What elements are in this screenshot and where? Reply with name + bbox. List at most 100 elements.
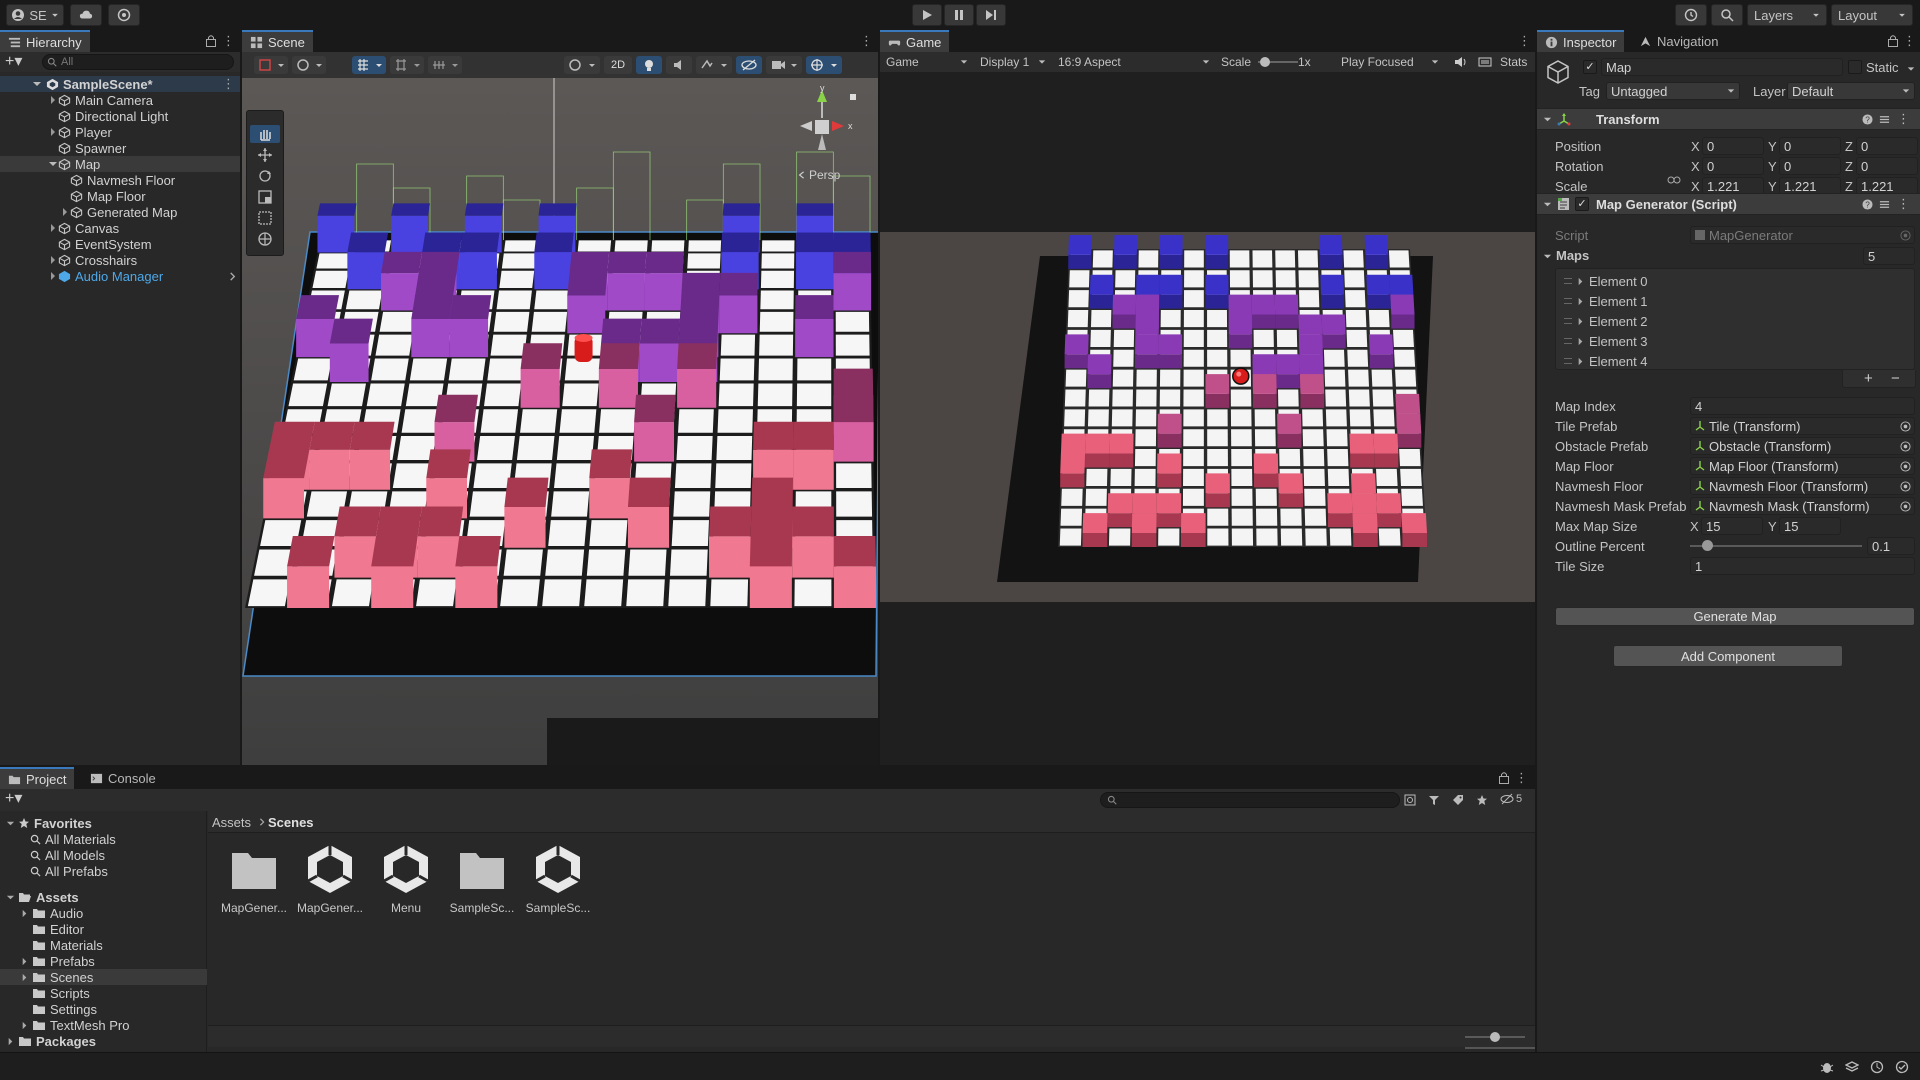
tab-inspector[interactable]: Inspector	[1537, 30, 1625, 52]
more-options-icon[interactable]: ⋮	[860, 34, 873, 48]
chevron-right-icon[interactable]	[1576, 297, 1585, 306]
aspect-dropdown[interactable]: 16:9 Aspect	[1054, 53, 1214, 71]
scene-row[interactable]: SampleScene* ⋮	[0, 76, 240, 92]
list-element[interactable]: Element 3	[1556, 331, 1914, 351]
game-view-dropdown[interactable]: Game	[882, 53, 972, 71]
object-picker-icon[interactable]	[1900, 481, 1911, 492]
snap-dropdown[interactable]	[390, 56, 424, 74]
object-picker-icon[interactable]	[1900, 441, 1911, 452]
chevron-down-icon[interactable]	[1543, 252, 1552, 261]
more-options-icon[interactable]: ⋮	[222, 34, 235, 48]
hierarchy-search-input[interactable]: All	[42, 54, 234, 70]
chevron-right-icon[interactable]	[1576, 337, 1585, 346]
persp-toggle[interactable]: Persp	[798, 168, 840, 182]
camera-dropdown[interactable]	[766, 56, 802, 74]
asset-item[interactable]: MapGener...	[216, 835, 292, 925]
add-component-button[interactable]: Add Component	[1613, 645, 1843, 667]
asset-item[interactable]: SampleSc...	[520, 835, 596, 925]
rotation-y-field[interactable]: 0	[1779, 157, 1841, 175]
more-options-icon[interactable]: ⋮	[1903, 34, 1916, 48]
hierarchy-item[interactable]: Directional Light	[0, 108, 240, 124]
bug-icon[interactable]	[1820, 1060, 1834, 1074]
project-search-input[interactable]	[1100, 792, 1400, 808]
hidden-objects-toggle[interactable]	[736, 56, 762, 74]
chevron-down-icon[interactable]	[32, 79, 42, 89]
create-asset-button[interactable]: +▾	[5, 791, 22, 807]
folder-tree-item[interactable]: Settings	[20, 1001, 207, 1017]
layout-dropdown[interactable]: Layout	[1831, 4, 1913, 26]
lock-icon[interactable]	[1887, 34, 1899, 47]
search-tree-item[interactable]: All Models	[30, 847, 207, 863]
move-tool-button[interactable]	[250, 146, 280, 164]
icon-size-slider-thumb[interactable]	[1490, 1032, 1500, 1042]
chevron-right-icon[interactable]	[60, 191, 70, 201]
object-picker-icon[interactable]	[1900, 421, 1911, 432]
draw-mode-dropdown[interactable]	[292, 56, 326, 74]
chevron-right-icon[interactable]	[228, 272, 237, 281]
tab-hierarchy[interactable]: Hierarchy	[0, 30, 90, 52]
list-element[interactable]: Element 0	[1556, 271, 1914, 291]
rotate-tool-button[interactable]	[250, 167, 280, 185]
breadcrumb-assets[interactable]: Assets	[212, 815, 251, 830]
increment-snap-dropdown[interactable]	[428, 56, 462, 74]
create-button[interactable]: +▾	[5, 54, 22, 70]
transform-header[interactable]: Transform ? ⋮	[1537, 108, 1920, 130]
add-element-button[interactable]: +	[1864, 370, 1873, 387]
lock-icon[interactable]	[205, 34, 217, 47]
object-picker-icon[interactable]	[1900, 461, 1911, 472]
chevron-right-icon[interactable]	[1576, 277, 1585, 286]
shading-dropdown[interactable]	[254, 56, 288, 74]
play-focused-dropdown[interactable]: Play Focused	[1337, 53, 1443, 71]
chevron-down-icon[interactable]	[1907, 65, 1915, 73]
star-tree-item[interactable]: Favorites	[6, 815, 207, 831]
zoom-slider[interactable]	[1465, 1047, 1535, 1049]
chevron-right-icon[interactable]	[48, 95, 58, 105]
map-index-value-field[interactable]: 4	[1690, 397, 1915, 415]
chevron-down-icon[interactable]	[1543, 200, 1552, 209]
audio-toggle[interactable]	[666, 56, 692, 74]
hand-tool-button[interactable]	[250, 125, 280, 143]
scale-slider-thumb[interactable]	[1260, 57, 1270, 67]
asset-item[interactable]: MapGener...	[292, 835, 368, 925]
max-y-field[interactable]: 15	[1779, 517, 1841, 535]
2d-toggle[interactable]: 2D	[604, 56, 632, 74]
chevron-right-icon[interactable]	[48, 143, 58, 153]
chevron-right-icon[interactable]	[20, 1021, 29, 1030]
chevron-down-icon[interactable]	[1543, 115, 1552, 124]
chevron-right-icon[interactable]	[60, 175, 70, 185]
chevron-right-icon[interactable]	[48, 255, 58, 265]
folder-tree-item[interactable]: Scripts	[20, 985, 207, 1001]
scene-viewport[interactable]	[242, 78, 878, 765]
folder-tree-item[interactable]: Prefabs	[20, 953, 207, 969]
tab-project[interactable]: Project	[0, 767, 75, 789]
hidden-packages-toggle[interactable]: 5	[1500, 793, 1522, 805]
chevron-right-icon[interactable]	[48, 223, 58, 233]
chevron-right-icon[interactable]	[6, 1037, 15, 1046]
generate-map-button[interactable]: Generate Map	[1555, 607, 1915, 626]
filter-icon[interactable]	[1428, 794, 1440, 806]
scale-tool-button[interactable]	[250, 188, 280, 206]
chevron-right-icon[interactable]	[20, 973, 29, 982]
tab-navigation[interactable]: Navigation	[1631, 30, 1726, 52]
more-options-icon[interactable]: ⋮	[1518, 34, 1531, 48]
hierarchy-item[interactable]: Map Floor	[0, 188, 240, 204]
outline-value-field[interactable]: 0.1	[1867, 537, 1915, 555]
hierarchy-item[interactable]: Map	[0, 156, 240, 172]
breadcrumb-scenes[interactable]: Scenes	[268, 815, 314, 830]
map-floor-field[interactable]: Map Floor (Transform)	[1690, 457, 1915, 475]
search-button[interactable]	[1711, 4, 1743, 26]
hierarchy-item[interactable]: Navmesh Floor	[0, 172, 240, 188]
folder-tree-item[interactable]: Editor	[20, 921, 207, 937]
hierarchy-item[interactable]: Generated Map	[0, 204, 240, 220]
undo-history-button[interactable]	[1675, 4, 1707, 26]
tab-scene[interactable]: Scene	[242, 30, 313, 52]
outline-slider-thumb[interactable]	[1702, 540, 1714, 551]
list-element[interactable]: Element 4	[1556, 351, 1914, 371]
position-x-field[interactable]: 0	[1702, 137, 1764, 155]
cloud-button[interactable]	[70, 4, 102, 26]
list-element[interactable]: Element 2	[1556, 311, 1914, 331]
chevron-right-icon[interactable]	[48, 271, 58, 281]
chevron-right-icon[interactable]	[1576, 317, 1585, 326]
display-dropdown[interactable]: Display 1	[976, 53, 1050, 71]
layer-dropdown[interactable]: Default	[1787, 82, 1915, 100]
